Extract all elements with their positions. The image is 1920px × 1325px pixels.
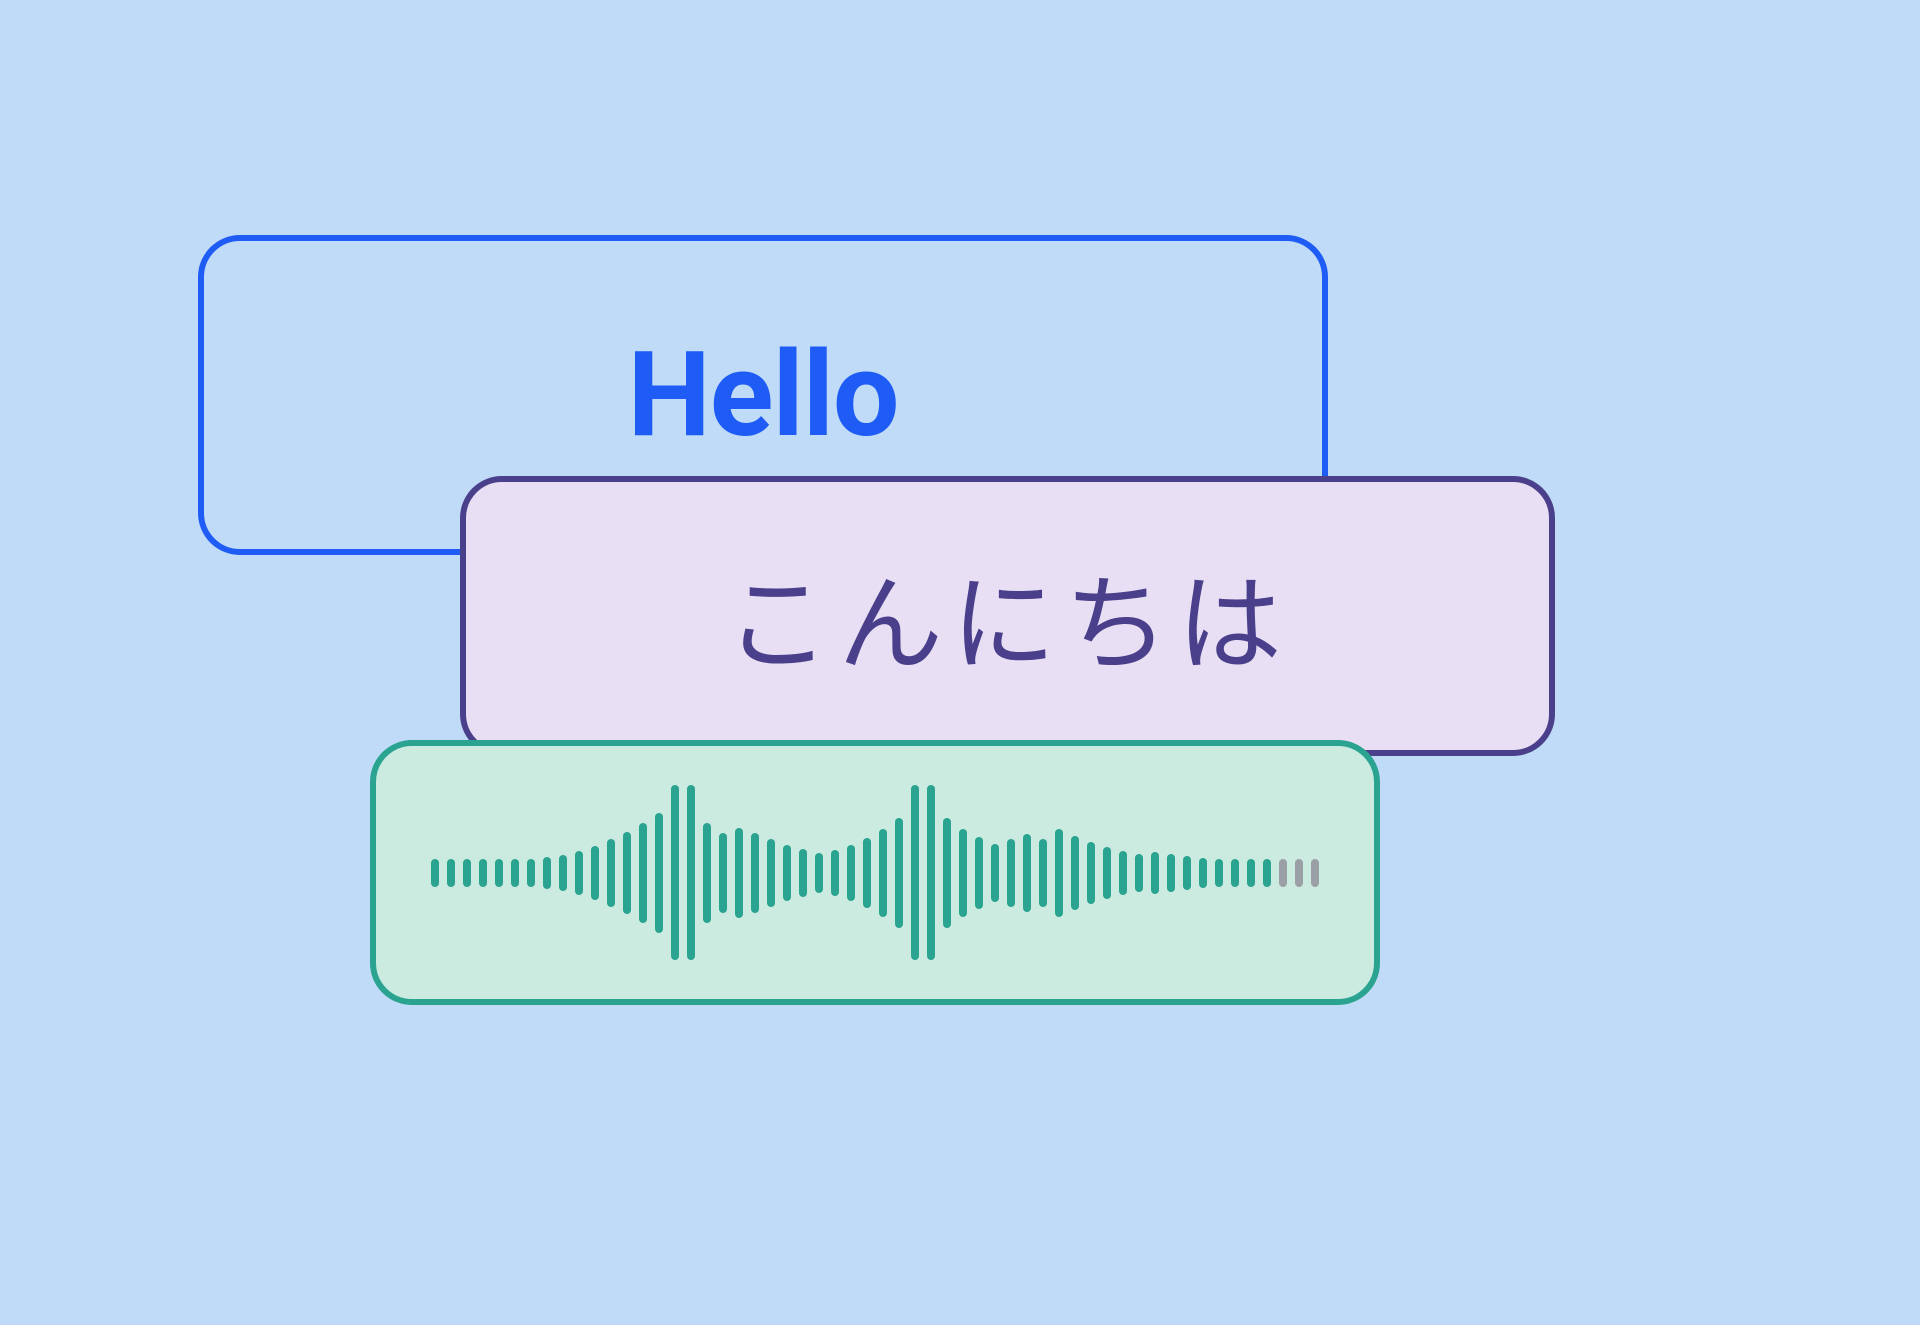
waveform-bar [1055, 829, 1063, 917]
waveform-bar [767, 839, 775, 907]
waveform-bar [431, 859, 439, 887]
waveform-bar [671, 785, 679, 960]
waveform-bar [879, 829, 887, 917]
waveform-bar [975, 837, 983, 909]
waveform-bar [1263, 859, 1271, 887]
waveform-bar [1039, 839, 1047, 907]
waveform-bar [1311, 859, 1319, 887]
waveform-bar [575, 851, 583, 895]
waveform-bar [1167, 854, 1175, 892]
japanese-text-bubble: こんにちは [460, 476, 1555, 756]
waveform-bar [495, 859, 503, 887]
waveform-bar [527, 859, 535, 887]
japanese-greeting-text: こんにちは [725, 540, 1290, 692]
waveform-bar [1071, 836, 1079, 910]
waveform-bar [1103, 847, 1111, 899]
waveform-bar [559, 855, 567, 891]
waveform-bar [1231, 859, 1239, 887]
waveform-bar [799, 849, 807, 897]
waveform-bar [783, 845, 791, 901]
waveform-bar [703, 823, 711, 923]
waveform-bar [863, 838, 871, 908]
waveform-bar [1279, 859, 1287, 887]
waveform-bar [991, 844, 999, 902]
waveform-bar [1215, 859, 1223, 887]
waveform-bar [1295, 859, 1303, 887]
waveform-bar [959, 829, 967, 917]
waveform-bar [943, 818, 951, 928]
audio-waveform-bubble [370, 740, 1380, 1005]
waveform-bar [815, 853, 823, 893]
waveform-bar [847, 845, 855, 901]
waveform-bar [1087, 842, 1095, 904]
english-greeting-text: Hello [627, 326, 898, 464]
waveform-bar [447, 859, 455, 887]
waveform-bar [751, 833, 759, 913]
waveform-bar [911, 785, 919, 960]
waveform-bar [623, 832, 631, 914]
waveform-bar [463, 859, 471, 887]
waveform-bar [591, 846, 599, 900]
waveform-bar [719, 833, 727, 913]
waveform-bar [655, 813, 663, 933]
waveform-bar [1151, 852, 1159, 894]
waveform-bar [1119, 851, 1127, 895]
waveform-bar [1183, 856, 1191, 890]
waveform-bar [831, 850, 839, 896]
waveform-icon [376, 746, 1374, 999]
waveform-bar [543, 857, 551, 889]
waveform-bar [1199, 858, 1207, 888]
waveform-bar [895, 818, 903, 928]
waveform-bar [735, 828, 743, 918]
waveform-bar [1023, 834, 1031, 912]
waveform-bar [607, 839, 615, 907]
waveform-bar [927, 785, 935, 960]
illustration-container: Hello こんにちは [0, 0, 1920, 1325]
waveform-bar [479, 859, 487, 887]
waveform-bar [687, 785, 695, 960]
waveform-bar [511, 859, 519, 887]
waveform-bar [1007, 839, 1015, 907]
waveform-bar [1247, 859, 1255, 887]
waveform-bar [639, 823, 647, 923]
waveform-bar [1135, 854, 1143, 892]
